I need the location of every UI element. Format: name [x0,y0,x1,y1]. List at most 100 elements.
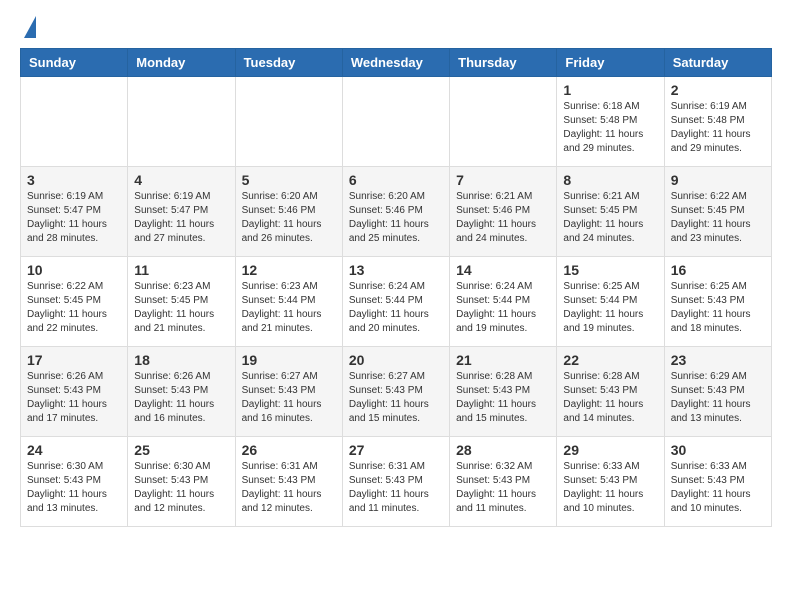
column-header-sunday: Sunday [21,49,128,77]
calendar-week-row: 1 Sunrise: 6:18 AM Sunset: 5:48 PM Daylig… [21,77,772,167]
calendar-cell: 15Sunrise: 6:25 AM Sunset: 5:44 PM Dayli… [557,257,664,347]
day-number: 17 [27,352,121,368]
calendar-cell [128,77,235,167]
column-header-wednesday: Wednesday [342,49,449,77]
calendar-cell: 8Sunrise: 6:21 AM Sunset: 5:45 PM Daylig… [557,167,664,257]
calendar-cell: 27 Sunrise: 6:31 AM Sunset: 5:43 PM Dayli… [342,437,449,527]
day-number: 25 [134,442,228,458]
calendar-week-row: 17 Sunrise: 6:26 AM Sunset: 5:43 PM Dayli… [21,347,772,437]
day-number: 18 [134,352,228,368]
calendar-cell: 2Sunrise: 6:19 AM Sunset: 5:48 PM Daylig… [664,77,771,167]
calendar-cell: 10 Sunrise: 6:22 AM Sunset: 5:45 PM Dayli… [21,257,128,347]
calendar-cell: 4 Sunrise: 6:19 AM Sunset: 5:47 PM Daylig… [128,167,235,257]
day-info: Sunrise: 6:24 AM Sunset: 5:44 PM Dayligh… [349,280,443,336]
day-number: 29 [563,442,657,458]
calendar-cell: 12 Sunrise: 6:23 AM Sunset: 5:44 PM Dayli… [235,257,342,347]
day-info: Sunrise: 6:19 AM Sunset: 5:47 PM Dayligh… [134,190,228,246]
day-info: Sunrise: 6:18 AM Sunset: 5:48 PM Dayligh… [563,100,657,156]
day-info: Sunrise: 6:31 AM Sunset: 5:43 PM Dayligh… [242,460,336,516]
day-number: 15 [563,262,657,278]
column-header-thursday: Thursday [450,49,557,77]
day-number: 10 [27,262,121,278]
day-info: Sunrise: 6:20 AM Sunset: 5:46 PM Dayligh… [242,190,336,246]
day-number: 9 [671,172,765,188]
page-header [20,20,772,38]
day-number: 11 [134,262,228,278]
day-info: Sunrise: 6:30 AM Sunset: 5:43 PM Dayligh… [27,460,121,516]
day-info: Sunrise: 6:28 AM Sunset: 5:43 PM Dayligh… [456,370,550,426]
day-number: 4 [134,172,228,188]
day-number: 26 [242,442,336,458]
calendar-cell: 7 Sunrise: 6:21 AM Sunset: 5:46 PM Daylig… [450,167,557,257]
calendar-cell: 9 Sunrise: 6:22 AM Sunset: 5:45 PM Daylig… [664,167,771,257]
calendar-table: SundayMondayTuesdayWednesdayThursdayFrid… [20,48,772,527]
day-info: Sunrise: 6:26 AM Sunset: 5:43 PM Dayligh… [134,370,228,426]
calendar-cell: 22 Sunrise: 6:28 AM Sunset: 5:43 PM Dayli… [557,347,664,437]
day-info: Sunrise: 6:25 AM Sunset: 5:43 PM Dayligh… [671,280,765,336]
day-number: 21 [456,352,550,368]
calendar-cell: 17 Sunrise: 6:26 AM Sunset: 5:43 PM Dayli… [21,347,128,437]
calendar-cell: 30 Sunrise: 6:33 AM Sunset: 5:43 PM Dayli… [664,437,771,527]
calendar-cell [342,77,449,167]
day-info: Sunrise: 6:27 AM Sunset: 5:43 PM Dayligh… [349,370,443,426]
day-info: Sunrise: 6:23 AM Sunset: 5:45 PM Dayligh… [134,280,228,336]
day-info: Sunrise: 6:19 AM Sunset: 5:47 PM Dayligh… [27,190,121,246]
calendar-cell: 19Sunrise: 6:27 AM Sunset: 5:43 PM Dayli… [235,347,342,437]
day-number: 6 [349,172,443,188]
day-info: Sunrise: 6:31 AM Sunset: 5:43 PM Dayligh… [349,460,443,516]
day-number: 3 [27,172,121,188]
calendar-cell: 21 Sunrise: 6:28 AM Sunset: 5:43 PM Dayli… [450,347,557,437]
day-info: Sunrise: 6:28 AM Sunset: 5:43 PM Dayligh… [563,370,657,426]
day-info: Sunrise: 6:29 AM Sunset: 5:43 PM Dayligh… [671,370,765,426]
day-number: 1 [563,82,657,98]
day-number: 16 [671,262,765,278]
day-number: 22 [563,352,657,368]
calendar-week-row: 10 Sunrise: 6:22 AM Sunset: 5:45 PM Dayli… [21,257,772,347]
calendar-cell: 6 Sunrise: 6:20 AM Sunset: 5:46 PM Daylig… [342,167,449,257]
day-number: 14 [456,262,550,278]
calendar-cell: 18 Sunrise: 6:26 AM Sunset: 5:43 PM Dayli… [128,347,235,437]
day-info: Sunrise: 6:24 AM Sunset: 5:44 PM Dayligh… [456,280,550,336]
day-info: Sunrise: 6:22 AM Sunset: 5:45 PM Dayligh… [27,280,121,336]
day-info: Sunrise: 6:23 AM Sunset: 5:44 PM Dayligh… [242,280,336,336]
column-header-saturday: Saturday [664,49,771,77]
day-info: Sunrise: 6:22 AM Sunset: 5:45 PM Dayligh… [671,190,765,246]
day-info: Sunrise: 6:32 AM Sunset: 5:43 PM Dayligh… [456,460,550,516]
day-info: Sunrise: 6:21 AM Sunset: 5:46 PM Dayligh… [456,190,550,246]
calendar-cell: 13 Sunrise: 6:24 AM Sunset: 5:44 PM Dayli… [342,257,449,347]
calendar-cell: 28 Sunrise: 6:32 AM Sunset: 5:43 PM Dayli… [450,437,557,527]
calendar-cell: 25 Sunrise: 6:30 AM Sunset: 5:43 PM Dayli… [128,437,235,527]
column-header-monday: Monday [128,49,235,77]
calendar-cell: 1 Sunrise: 6:18 AM Sunset: 5:48 PM Daylig… [557,77,664,167]
calendar-week-row: 3 Sunrise: 6:19 AM Sunset: 5:47 PM Daylig… [21,167,772,257]
calendar-cell: 24Sunrise: 6:30 AM Sunset: 5:43 PM Dayli… [21,437,128,527]
day-number: 30 [671,442,765,458]
calendar-cell [450,77,557,167]
calendar-cell: 20Sunrise: 6:27 AM Sunset: 5:43 PM Dayli… [342,347,449,437]
calendar-cell: 11 Sunrise: 6:23 AM Sunset: 5:45 PM Dayli… [128,257,235,347]
day-info: Sunrise: 6:20 AM Sunset: 5:46 PM Dayligh… [349,190,443,246]
day-info: Sunrise: 6:30 AM Sunset: 5:43 PM Dayligh… [134,460,228,516]
day-number: 7 [456,172,550,188]
day-number: 28 [456,442,550,458]
day-number: 23 [671,352,765,368]
day-info: Sunrise: 6:33 AM Sunset: 5:43 PM Dayligh… [671,460,765,516]
day-number: 2 [671,82,765,98]
calendar-header-row: SundayMondayTuesdayWednesdayThursdayFrid… [21,49,772,77]
column-header-friday: Friday [557,49,664,77]
day-number: 12 [242,262,336,278]
calendar-cell: 26 Sunrise: 6:31 AM Sunset: 5:43 PM Dayli… [235,437,342,527]
day-info: Sunrise: 6:26 AM Sunset: 5:43 PM Dayligh… [27,370,121,426]
day-number: 27 [349,442,443,458]
day-info: Sunrise: 6:27 AM Sunset: 5:43 PM Dayligh… [242,370,336,426]
calendar-cell: 14 Sunrise: 6:24 AM Sunset: 5:44 PM Dayli… [450,257,557,347]
calendar-cell [235,77,342,167]
calendar-cell: 16 Sunrise: 6:25 AM Sunset: 5:43 PM Dayli… [664,257,771,347]
calendar-cell: 23 Sunrise: 6:29 AM Sunset: 5:43 PM Dayli… [664,347,771,437]
column-header-tuesday: Tuesday [235,49,342,77]
calendar-cell: 29Sunrise: 6:33 AM Sunset: 5:43 PM Dayli… [557,437,664,527]
day-number: 13 [349,262,443,278]
day-number: 8 [563,172,657,188]
logo [20,20,36,38]
day-number: 5 [242,172,336,188]
